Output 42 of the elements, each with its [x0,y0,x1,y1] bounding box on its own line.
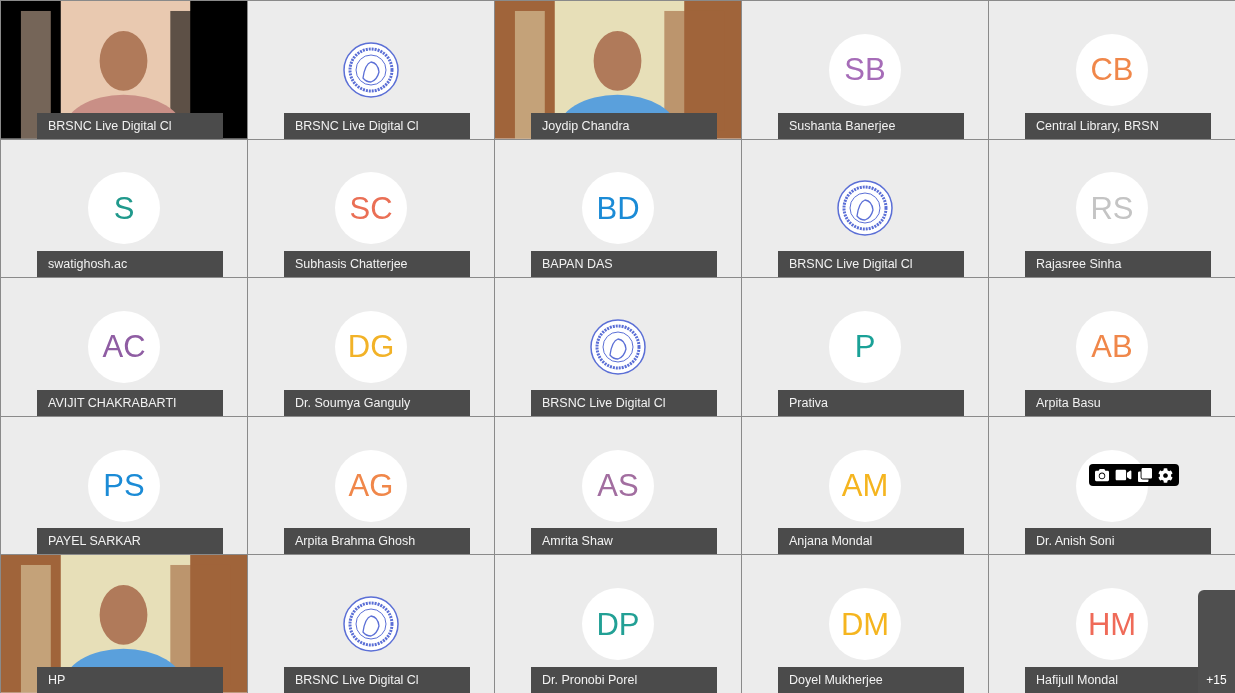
initials: CB [1090,54,1134,86]
initials: AM [841,470,889,502]
initials: RS [1090,192,1134,224]
initials: AS [597,470,639,502]
participant-name: HP [37,667,223,693]
participant-name: Dr. Anish Soni [1025,528,1211,555]
initials: AG [348,470,394,502]
initials: DM [840,608,890,640]
initials: SB [844,54,886,86]
initials: S [113,192,135,224]
participant-name: Arpita Brahma Ghosh [284,528,470,555]
participant-name: BAPAN DAS [531,251,717,278]
initials: DG [347,331,395,363]
participant-name: BRSNC Live Digital Cl [531,389,717,416]
initials: AB [1091,331,1133,363]
initials: DP [596,608,640,640]
initials: SC [349,192,393,224]
initials: HM [1087,608,1137,640]
participant-name: Central Library, BRSN [1025,112,1211,139]
initials: P [854,331,876,363]
participant-name: Doyel Mukherjee [778,667,964,693]
participant-name: Prativa [778,389,964,416]
participant-name: Anjana Mondal [778,528,964,555]
initials: PS [103,470,145,502]
participant-name: Subhasis Chatterjee [284,251,470,278]
participant-name: PAYEL SARKAR [37,528,223,555]
initials: AC [102,331,146,363]
participant-name: Amrita Shaw [531,528,717,555]
participant-name: Rajasree Sinha [1025,251,1211,278]
participant-name: BRSNC Live Digital Cl [284,112,470,139]
initials: BD [596,192,640,224]
participant-name: Dr. Soumya Ganguly [284,389,470,416]
participant-name: AVIJIT CHAKRABARTI [37,389,223,416]
participant-name: BRSNC Live Digital Cl [37,112,223,139]
participant-name: Sushanta Banerjee [778,112,964,139]
participant-name: swatighosh.ac [37,251,223,278]
participant-name: BRSNC Live Digital Cl [778,251,964,278]
participant-name: Joydip Chandra [531,112,717,139]
more-count: +15 [1206,672,1227,689]
participant-name: Dr. Pronobi Porel [531,667,717,693]
participant-name: Arpita Basu [1025,389,1211,416]
participant-name: BRSNC Live Digital Cl [284,667,470,693]
